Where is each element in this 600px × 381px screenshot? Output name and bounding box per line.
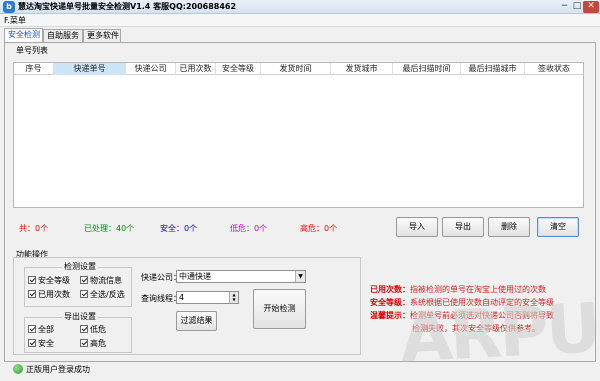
checkbox-label: 低危: [90, 325, 106, 334]
tab-self-service[interactable]: 自助服务: [43, 29, 83, 42]
threads-label: 查询线程：: [141, 294, 181, 303]
courier-label: 快递公司：: [141, 273, 181, 282]
checkbox-export-safe[interactable]: 安全: [28, 339, 54, 349]
col-header-sign-status[interactable]: 签收状态: [525, 63, 583, 75]
stat-processed: 已处理：40个: [84, 224, 135, 233]
tab-security-check[interactable]: 安全检测: [4, 28, 43, 42]
checkbox-export-all[interactable]: 全部: [28, 325, 54, 335]
checkbox-label: 安全: [38, 339, 54, 348]
col-header-ship-city[interactable]: 发货城市: [331, 63, 393, 75]
clear-button[interactable]: 清空: [537, 217, 579, 237]
import-button[interactable]: 导入: [396, 217, 438, 237]
col-header-safety-level[interactable]: 安全等级: [216, 63, 261, 75]
list-caption: 单号列表: [16, 46, 48, 55]
checkbox-label: 安全等级: [38, 276, 70, 285]
checkbox-label: 已用次数: [38, 290, 70, 299]
close-button[interactable]: ✕: [583, 1, 599, 13]
filter-results-button[interactable]: 过滤结果: [176, 311, 217, 331]
col-header-used-count[interactable]: 已用次数: [176, 63, 216, 75]
checkbox-check-icon: [80, 276, 88, 284]
minimize-button[interactable]: −: [558, 1, 571, 13]
maximize-button[interactable]: □: [571, 1, 583, 13]
checkbox-label: 全选/反选: [90, 290, 125, 299]
checkbox-check-icon: [28, 290, 36, 298]
start-check-button[interactable]: 开始检测: [253, 289, 306, 329]
courier-select[interactable]: 中通快递 ▼: [176, 270, 306, 283]
detect-settings-title: 检测设置: [62, 261, 98, 272]
checkbox-check-icon: [80, 325, 88, 333]
checkbox-export-low[interactable]: 低危: [80, 325, 106, 335]
detect-settings-box: [24, 267, 132, 307]
checkbox-check-icon: [28, 325, 36, 333]
courier-select-value: 中通快递: [179, 272, 211, 281]
checkbox-used-count[interactable]: 已用次数: [28, 290, 70, 300]
list-header: 序号 快递单号 快递公司 已用次数 安全等级 发货时间 发货城市 最后扫描时间 …: [14, 63, 583, 75]
stat-low-risk: 低危：0个: [230, 224, 268, 233]
checkbox-select-all[interactable]: 全选/反选: [80, 290, 125, 300]
checkbox-export-high[interactable]: 高危: [80, 339, 106, 349]
threads-spinner[interactable]: 4 ▲ ▼: [176, 291, 239, 304]
window-title: 慧达淘宝快递单号批量安全检测V1.4 客服QQ:200688462: [18, 2, 237, 11]
menu-item-file[interactable]: F.菜单: [4, 15, 26, 26]
menu-bar: F.菜单: [0, 14, 600, 27]
stat-safe: 安全：0个: [160, 224, 198, 233]
stat-total: 共：0个: [19, 224, 49, 233]
checkbox-label: 高危: [90, 339, 106, 348]
delete-button[interactable]: 删除: [488, 217, 530, 237]
threads-value: 4: [179, 293, 185, 302]
spinner-arrows-icon[interactable]: ▲ ▼: [229, 292, 238, 303]
checkbox-label: 全部: [38, 325, 54, 334]
tracking-list[interactable]: 序号 快递单号 快递公司 已用次数 安全等级 发货时间 发货城市 最后扫描时间 …: [13, 62, 584, 208]
status-text: 正版用户登录成功: [26, 365, 90, 374]
col-header-last-scan-time[interactable]: 最后扫描时间: [393, 63, 461, 75]
col-header-last-scan-city[interactable]: 最后扫描城市: [461, 63, 525, 75]
export-button[interactable]: 导出: [442, 217, 484, 237]
col-header-tracking-no[interactable]: 快递单号: [54, 63, 126, 75]
app-icon: b: [3, 1, 15, 13]
title-bar[interactable]: b 慧达淘宝快递单号批量安全检测V1.4 客服QQ:200688462 − □ …: [0, 0, 600, 14]
stat-high-risk: 高危：0个: [300, 224, 338, 233]
status-bar: 正版用户登录成功: [0, 360, 600, 381]
export-settings-title: 导出设置: [62, 311, 98, 322]
col-header-index[interactable]: 序号: [14, 63, 54, 75]
chevron-down-icon[interactable]: ▼: [295, 271, 305, 282]
checkbox-check-icon: [80, 339, 88, 347]
checkbox-check-icon: [80, 290, 88, 298]
checkbox-check-icon: [28, 339, 36, 347]
checkbox-safety-level[interactable]: 安全等级: [28, 276, 70, 286]
status-ok-icon: [13, 364, 23, 374]
col-header-courier[interactable]: 快递公司: [126, 63, 176, 75]
checkbox-label: 物流信息: [90, 276, 122, 285]
checkbox-check-icon: [28, 276, 36, 284]
checkbox-logistics[interactable]: 物流信息: [80, 276, 122, 286]
col-header-ship-time[interactable]: 发货时间: [261, 63, 331, 75]
tab-more-software[interactable]: 更多软件: [83, 29, 121, 42]
